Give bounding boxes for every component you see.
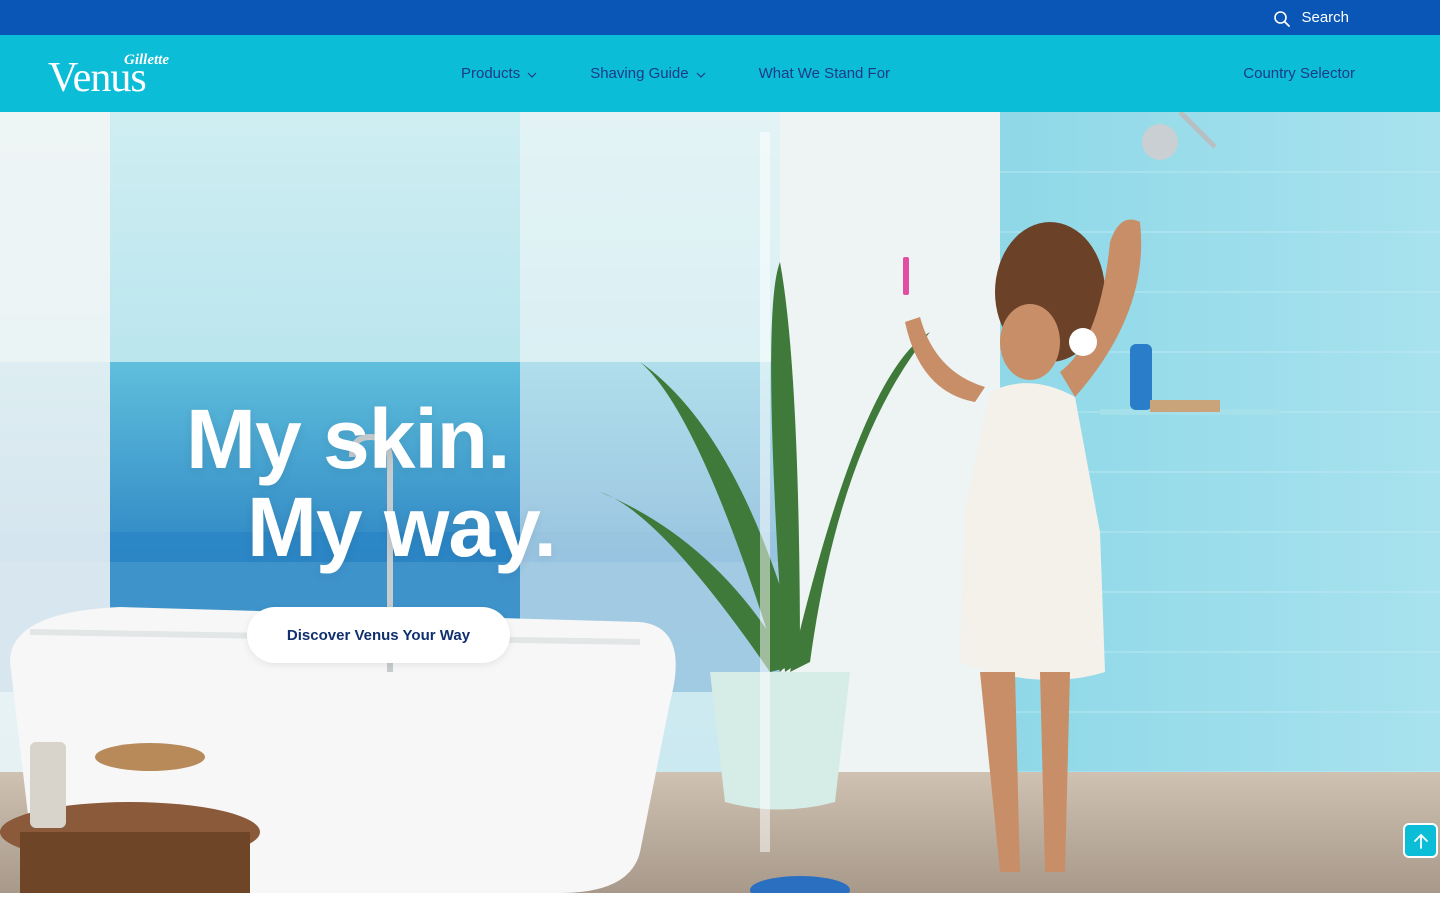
logo-venus-text: Venus xyxy=(48,55,146,95)
chevron-down-icon xyxy=(527,72,537,78)
search-label: Search xyxy=(1301,9,1349,26)
discover-venus-button[interactable]: Discover Venus Your Way xyxy=(247,607,510,663)
page-bottom-strip xyxy=(0,893,1440,900)
nav-links: Products Shaving Guide What We Stand For xyxy=(461,35,942,112)
search-icon xyxy=(1274,10,1291,27)
search-link[interactable]: Search xyxy=(1273,0,1349,35)
nav-item-label: Products xyxy=(461,65,521,82)
nav-item-label: What We Stand For xyxy=(758,65,891,82)
nav-item-what-we-stand-for[interactable]: What We Stand For xyxy=(759,65,890,82)
arrow-up-icon xyxy=(1413,833,1428,849)
nav-item-label: Shaving Guide xyxy=(590,65,689,82)
hero-background-image xyxy=(0,112,1440,893)
country-selector[interactable]: Country Selector xyxy=(1243,35,1355,112)
scroll-to-top-button[interactable] xyxy=(1403,823,1438,858)
chevron-down-icon xyxy=(696,72,706,78)
utility-bar: Search xyxy=(0,0,1440,35)
nav-item-shaving-guide[interactable]: Shaving Guide xyxy=(590,65,706,82)
main-nav: Gillette Venus Products Shaving Guide Wh… xyxy=(0,35,1440,112)
hero-banner: My skin. My way. Discover Venus Your Way xyxy=(0,112,1440,893)
venus-logo[interactable]: Gillette Venus xyxy=(48,49,182,95)
nav-item-products[interactable]: Products xyxy=(461,65,538,82)
